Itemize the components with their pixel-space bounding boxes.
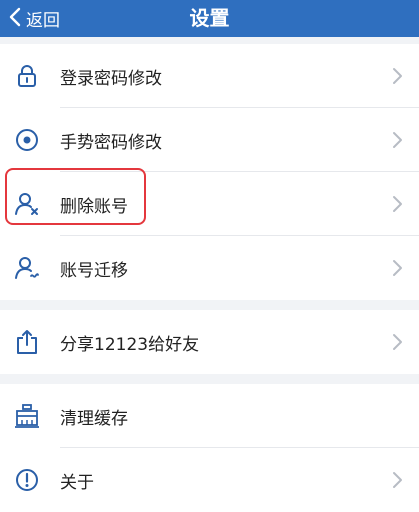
settings-group-app: 清理缓存 关于 (0, 384, 419, 512)
settings-item-label: 手势密码修改 (60, 132, 162, 153)
nav-bar: 返回 设置 (0, 0, 419, 37)
share-icon (14, 329, 40, 355)
settings-item-label: 登录密码修改 (60, 68, 162, 89)
chevron-right-icon (391, 131, 403, 149)
settings-item-label: 关于 (60, 472, 94, 493)
migrate-user-icon (14, 255, 40, 281)
settings-item-label: 分享12123给好友 (60, 334, 200, 355)
clear-cache-icon (14, 403, 40, 429)
settings-item-label: 删除账号 (60, 196, 128, 217)
settings-item-share[interactable]: 分享12123给好友 (0, 310, 419, 374)
delete-user-icon (14, 191, 40, 217)
settings-item-about[interactable]: 关于 (0, 448, 419, 512)
info-icon (14, 467, 40, 493)
settings-item-account-migration[interactable]: 账号迁移 (0, 236, 419, 300)
lock-icon (14, 63, 40, 89)
gesture-icon (14, 127, 40, 153)
settings-item-label: 清理缓存 (60, 408, 128, 429)
page-title: 设置 (189, 6, 230, 30)
chevron-right-icon (391, 67, 403, 85)
settings-item-login-password[interactable]: 登录密码修改 (0, 44, 419, 108)
settings-group-share: 分享12123给好友 (0, 310, 419, 374)
chevron-right-icon (391, 333, 403, 351)
settings-item-clear-cache[interactable]: 清理缓存 (0, 384, 419, 448)
settings-item-delete-account[interactable]: 删除账号 (0, 172, 419, 236)
chevron-right-icon (391, 195, 403, 213)
chevron-right-icon (391, 259, 403, 277)
settings-group-account: 登录密码修改 手势密码修改 删除账号 账号迁移 (0, 44, 419, 300)
settings-item-label: 账号迁移 (60, 260, 128, 281)
settings-item-gesture-password[interactable]: 手势密码修改 (0, 108, 419, 172)
chevron-right-icon (391, 471, 403, 489)
